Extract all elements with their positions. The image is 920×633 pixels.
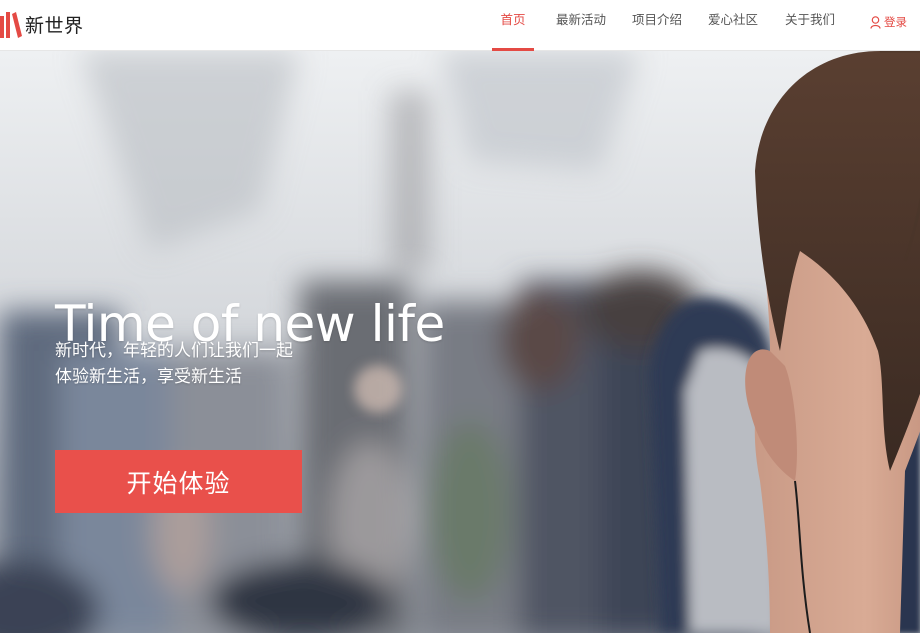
user-icon xyxy=(870,15,881,29)
hero-subtitle-line1: 新时代，年轻的人们让我们一起 xyxy=(55,341,293,361)
main-nav: 首页 最新活动 项目介绍 爱心社区 关于我们 xyxy=(0,0,920,51)
nav-item-community[interactable]: 爱心社区 xyxy=(705,0,761,51)
nav-item-latest-events[interactable]: 最新活动 xyxy=(553,0,609,51)
hero-subtitle-line2: 体验新生活，享受新生活 xyxy=(55,367,242,387)
login-link[interactable]: 登录 xyxy=(870,12,907,32)
top-navbar: 新世界 首页 最新活动 项目介绍 爱心社区 关于我们 登录 xyxy=(0,0,920,51)
nav-item-projects[interactable]: 项目介绍 xyxy=(629,0,685,51)
nav-item-home[interactable]: 首页 xyxy=(492,0,534,51)
login-label: 登录 xyxy=(884,15,907,29)
start-experience-button[interactable]: 开始体验 xyxy=(55,450,302,513)
nav-item-about[interactable]: 关于我们 xyxy=(782,0,838,51)
hero-banner: Time of new life 新时代，年轻的人们让我们一起 体验新生活，享受… xyxy=(0,51,920,633)
